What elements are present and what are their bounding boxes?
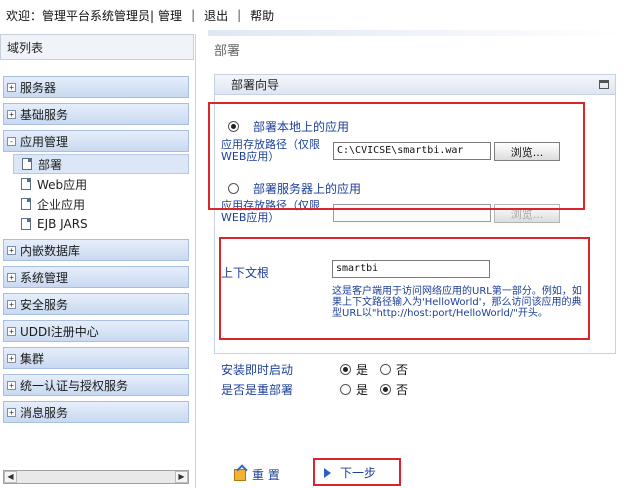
sidebar-subitem-web-apps[interactable]: Web应用 (13, 174, 189, 194)
expand-icon[interactable]: + (7, 380, 16, 390)
sidebar-subitem-label: 部署 (38, 157, 63, 172)
sidebar-item-label: 服务器 (20, 80, 57, 95)
yes-label: 是 (356, 363, 369, 377)
wizard-header: 部署向导 (215, 75, 615, 95)
document-icon (22, 158, 32, 170)
sidebar-item-unified-auth[interactable]: + 统一认证与授权服务 (3, 374, 189, 396)
domain-list-tab[interactable]: 域列表 (0, 34, 194, 60)
window-minimize-icon[interactable] (599, 80, 609, 89)
start-immediately-label: 安装即时启动 (221, 363, 294, 377)
sidebar-item-message-services[interactable]: + 消息服务 (3, 401, 189, 423)
expand-icon[interactable]: + (7, 407, 16, 417)
reset-icon (234, 468, 246, 481)
reset-label: 重 置 (252, 468, 280, 482)
reset-button[interactable]: 重 置 (234, 466, 280, 483)
highlight-box-deploy-source (208, 102, 585, 210)
wizard-title: 部署向导 (231, 78, 280, 92)
sidebar-item-embedded-db[interactable]: + 内嵌数据库 (3, 239, 189, 261)
document-icon (21, 178, 31, 190)
horizontal-scrollbar[interactable]: ◀ ▶ (3, 470, 189, 484)
sidebar-subitem-label: EJB JARS (37, 217, 88, 231)
sidebar-item-app-management[interactable]: - 应用管理 (3, 130, 189, 152)
expand-icon[interactable]: + (7, 245, 16, 255)
start-yes-radio[interactable] (340, 364, 351, 375)
start-no-radio[interactable] (380, 364, 392, 375)
sidebar-item-label: 安全服务 (20, 297, 69, 312)
sidebar-item-label: 集群 (20, 351, 45, 366)
title-strip (208, 30, 624, 36)
redeploy-label: 是否是重部署 (221, 383, 294, 397)
start-immediately-options: 是 否 (340, 361, 420, 378)
help-link[interactable]: 帮助 (250, 7, 274, 24)
sidebar-subitem-label: 企业应用 (37, 197, 86, 212)
highlight-box-next (313, 458, 401, 486)
scroll-left-icon[interactable]: ◀ (4, 471, 17, 483)
sidebar-item-system-management[interactable]: + 系统管理 (3, 266, 189, 288)
domain-list-label: 域列表 (7, 40, 44, 55)
highlight-box-context-root (219, 237, 590, 340)
sidebar-subitem-label: Web应用 (37, 177, 88, 192)
sidebar-item-label: UDDI注册中心 (20, 324, 99, 339)
sidebar-item-security-services[interactable]: + 安全服务 (3, 293, 189, 315)
redeploy-yes-radio[interactable] (340, 384, 351, 395)
document-icon (21, 218, 31, 230)
app-management-submenu: 部署 Web应用 企业应用 EJB JARS (3, 154, 189, 234)
collapse-icon[interactable]: - (7, 136, 16, 146)
redeploy-options: 是 否 (340, 381, 420, 398)
document-icon (21, 198, 31, 210)
welcome-text: 欢迎：管理平台系统管理员| (6, 8, 155, 23)
no-label: 否 (396, 383, 409, 397)
sidebar-item-label: 应用管理 (20, 134, 69, 149)
expand-icon[interactable]: + (7, 82, 16, 92)
redeploy-no-radio[interactable] (380, 384, 392, 395)
expand-icon[interactable]: + (7, 326, 16, 336)
no-label: 否 (396, 363, 409, 377)
nav-tree: + 服务器 + 基础服务 - 应用管理 部署 Web应用 企业应用 EJB JA… (3, 76, 189, 428)
expand-icon[interactable]: + (7, 353, 16, 363)
sidebar-item-label: 系统管理 (20, 270, 69, 285)
sidebar-item-label: 消息服务 (20, 405, 69, 420)
sidebar-item-label: 基础服务 (20, 107, 69, 122)
sidebar-item-cluster[interactable]: + 集群 (3, 347, 189, 369)
expand-icon[interactable]: + (7, 272, 16, 282)
yes-label: 是 (356, 383, 369, 397)
sidebar-subitem-enterprise-apps[interactable]: 企业应用 (13, 194, 189, 214)
logout-link[interactable]: 退出 (204, 7, 228, 24)
expand-icon[interactable]: + (7, 299, 16, 309)
sidebar-item-label: 统一认证与授权服务 (20, 378, 129, 393)
sidebar-item-label: 内嵌数据库 (20, 243, 81, 258)
scroll-right-icon[interactable]: ▶ (175, 471, 188, 483)
sidebar-subitem-ejb-jars[interactable]: EJB JARS (13, 214, 189, 234)
manage-link[interactable]: 管理 (158, 7, 182, 24)
expand-icon[interactable]: + (7, 109, 16, 119)
left-panel: 域列表 + 服务器 + 基础服务 - 应用管理 部署 Web应用 企业应用 EJ… (0, 34, 196, 488)
sidebar-item-basic-services[interactable]: + 基础服务 (3, 103, 189, 125)
separator: | (191, 8, 196, 22)
page-title: 部署 (214, 44, 241, 59)
sidebar-item-servers[interactable]: + 服务器 (3, 76, 189, 98)
sidebar-subitem-deploy[interactable]: 部署 (13, 154, 189, 174)
sidebar-item-uddi[interactable]: + UDDI注册中心 (3, 320, 189, 342)
separator: | (237, 8, 242, 22)
top-bar: 欢迎：管理平台系统管理员| 管理 | 退出 | 帮助 (0, 0, 624, 30)
